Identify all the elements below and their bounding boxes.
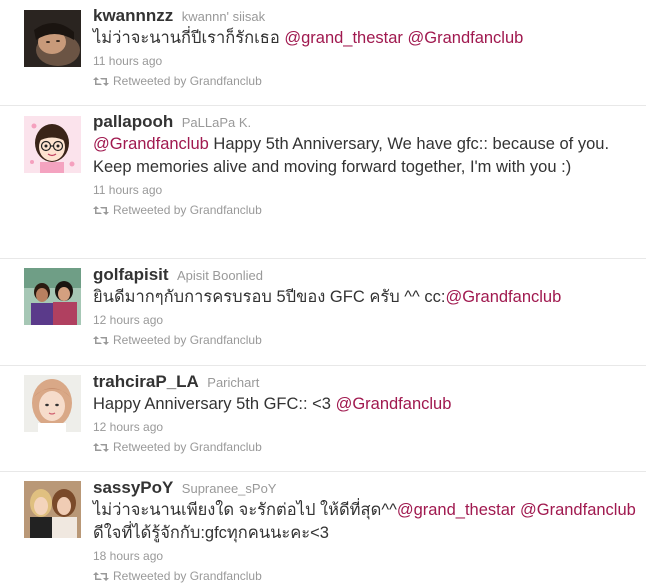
tweet-text-part: ยินดีมากๆกับการครบรอบ 5ปีของ GFC ครับ ^^… [93, 288, 446, 306]
mention-link[interactable]: @Grandfanclub [408, 29, 524, 47]
mention-link[interactable]: @Grandfanclub [93, 135, 209, 153]
retweet-icon [93, 204, 109, 220]
full-name: Apisit Boonlied [177, 268, 264, 283]
timestamp[interactable]: 18 hours ago [93, 548, 636, 564]
retweeted-by-label[interactable]: Retweeted by Grandfanclub [113, 333, 262, 347]
retweet-icon [93, 441, 109, 457]
mention-link[interactable]: @Grandfanclub [445, 288, 561, 306]
retweet-icon [93, 334, 109, 350]
full-name: Supranee_sPoY [181, 481, 277, 496]
retweet-icon [93, 570, 109, 586]
full-name: kwannn' siisak [181, 9, 266, 24]
avatar[interactable] [24, 481, 81, 538]
avatar[interactable] [24, 375, 81, 432]
tweet-header: kwannnzz kwannn' siisak [93, 5, 636, 27]
retweeted-by-label[interactable]: Retweeted by Grandfanclub [113, 74, 262, 88]
tweet-text-part: Happy Anniversary 5th GFC:: <3 [93, 395, 336, 413]
avatar[interactable] [24, 268, 81, 325]
retweet-icon [93, 75, 109, 91]
tweet-text: @Grandfanclub Happy 5th Anniversary, We … [93, 133, 636, 179]
screen-name[interactable]: golfapisit [93, 265, 169, 284]
tweet-text: Happy Anniversary 5th GFC:: <3 @Grandfan… [93, 393, 636, 416]
full-name: Parichart [207, 375, 260, 390]
tweet-timeline: kwannnzz kwannn' siisak ไม่ว่าจะนานกี่ปี… [0, 0, 646, 583]
tweet-header: trahciraP_LA Parichart [93, 371, 636, 393]
screen-name[interactable]: sassyPoY [93, 478, 173, 497]
tweet-text-part: ดีใจที่ได้รู้จักกับ:gfcทุกคนนะคะ<3 [93, 524, 329, 542]
screen-name[interactable]: pallapooh [93, 112, 173, 131]
tweet-text-part: ไม่ว่าจะนานเพียงใด จะรักต่อไป ให้ดีที่สุ… [93, 501, 397, 519]
timestamp[interactable]: 12 hours ago [93, 419, 636, 435]
timestamp[interactable]: 11 hours ago [93, 53, 636, 69]
retweet-info: Retweeted by Grandfanclub [93, 73, 636, 91]
timestamp[interactable]: 11 hours ago [93, 182, 636, 198]
tweet-item[interactable]: golfapisit Apisit Boonlied ยินดีมากๆกับก… [0, 259, 646, 366]
retweet-info: Retweeted by Grandfanclub [93, 202, 636, 220]
tweet-item[interactable]: pallapooh PaLLaPa K. @Grandfanclub Happy… [0, 106, 646, 259]
tweet-header: sassyPoY Supranee_sPoY [93, 477, 636, 499]
tweet-header: pallapooh PaLLaPa K. [93, 111, 636, 133]
tweet-item[interactable]: sassyPoY Supranee_sPoY ไม่ว่าจะนานเพียงใ… [0, 472, 646, 583]
tweet-text: ไม่ว่าจะนานกี่ปีเราก็รักเธอ @grand_thest… [93, 27, 636, 50]
tweet-text: ไม่ว่าจะนานเพียงใด จะรักต่อไป ให้ดีที่สุ… [93, 499, 636, 545]
mention-link[interactable]: @grand_thestar [397, 501, 516, 519]
mention-link[interactable]: @Grandfanclub [520, 501, 636, 519]
tweet-text: ยินดีมากๆกับการครบรอบ 5ปีของ GFC ครับ ^^… [93, 286, 636, 309]
tweet-text-part: ไม่ว่าจะนานกี่ปีเราก็รักเธอ [93, 29, 285, 47]
tweet-header: golfapisit Apisit Boonlied [93, 264, 636, 286]
retweeted-by-label[interactable]: Retweeted by Grandfanclub [113, 569, 262, 583]
screen-name[interactable]: trahciraP_LA [93, 372, 199, 391]
retweet-info: Retweeted by Grandfanclub [93, 439, 636, 457]
retweet-info: Retweeted by Grandfanclub [93, 332, 636, 350]
tweet-item[interactable]: trahciraP_LA Parichart Happy Anniversary… [0, 366, 646, 472]
tweet-item[interactable]: kwannnzz kwannn' siisak ไม่ว่าจะนานกี่ปี… [0, 0, 646, 106]
mention-link[interactable]: @Grandfanclub [336, 395, 452, 413]
avatar[interactable] [24, 116, 81, 173]
screen-name[interactable]: kwannnzz [93, 6, 173, 25]
mention-link[interactable]: @grand_thestar [284, 29, 403, 47]
full-name: PaLLaPa K. [181, 115, 252, 130]
avatar[interactable] [24, 10, 81, 67]
retweeted-by-label[interactable]: Retweeted by Grandfanclub [113, 203, 262, 217]
timestamp[interactable]: 12 hours ago [93, 312, 636, 328]
retweeted-by-label[interactable]: Retweeted by Grandfanclub [113, 440, 262, 454]
retweet-info: Retweeted by Grandfanclub [93, 568, 636, 586]
